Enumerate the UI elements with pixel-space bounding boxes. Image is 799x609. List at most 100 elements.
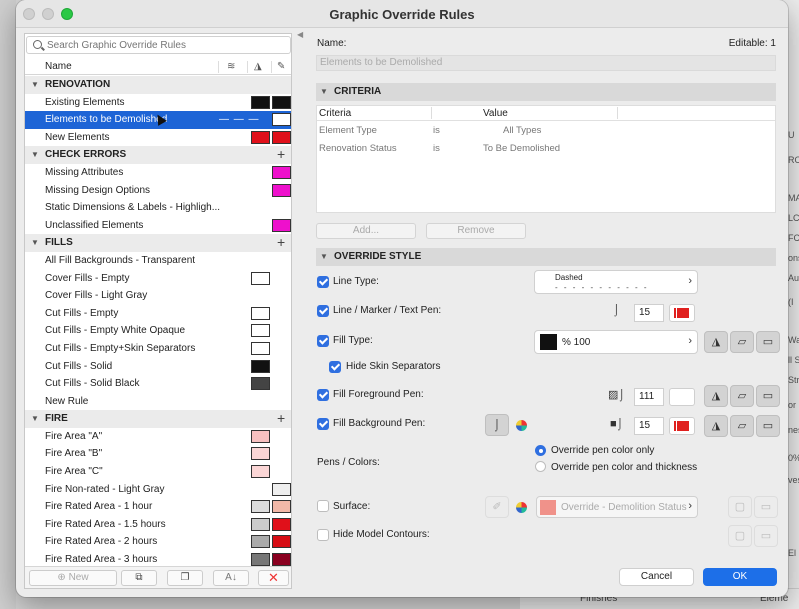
- contour-option-icon[interactable]: ▢: [728, 525, 752, 547]
- line-pen-color[interactable]: [669, 304, 695, 322]
- fill-column-icon[interactable]: ◮: [254, 61, 262, 72]
- add-rule-icon[interactable]: +: [277, 146, 285, 164]
- name-column-header[interactable]: Name: [45, 61, 72, 72]
- chevron-down-icon[interactable]: ▼: [31, 234, 39, 252]
- fill-swatch: [251, 465, 270, 479]
- line-type-checkbox[interactable]: [317, 276, 329, 288]
- list-item[interactable]: Fire Rated Area - 1 hour: [25, 498, 291, 516]
- list-item[interactable]: Cut Fills - Empty+Skin Separators: [25, 340, 291, 358]
- list-item[interactable]: Missing Design Options: [25, 182, 291, 200]
- criteria-section-header[interactable]: ▼ CRITERIA: [316, 83, 776, 101]
- fill-background-checkbox[interactable]: [317, 418, 329, 430]
- pen-picker-icon[interactable]: ⌡: [485, 414, 509, 436]
- cut-fill-icon[interactable]: ◮: [704, 385, 728, 407]
- search-input[interactable]: [47, 38, 287, 52]
- collapse-panel-icon[interactable]: ◀: [297, 30, 303, 39]
- list-item[interactable]: Missing Attributes: [25, 164, 291, 182]
- remove-criterion-button[interactable]: Remove: [426, 223, 526, 239]
- delete-rule-icon[interactable]: ✕: [258, 570, 289, 586]
- fill-foreground-color[interactable]: [669, 388, 695, 406]
- drafting-fill-icon[interactable]: ▭: [756, 415, 780, 437]
- list-item[interactable]: Cover Fills - Light Gray: [25, 287, 291, 305]
- surface-brush-icon[interactable]: ✐: [485, 496, 509, 518]
- new-rule-button[interactable]: ⊕ New: [29, 570, 117, 586]
- override-style-section-header[interactable]: ▼ OVERRIDE STYLE: [316, 248, 776, 266]
- list-item[interactable]: Fire Rated Area - 2 hours: [25, 533, 291, 551]
- list-item[interactable]: New Elements: [25, 129, 291, 147]
- group-header-renovation[interactable]: ▼ RENOVATION: [25, 76, 291, 94]
- list-item[interactable]: Existing Elements: [25, 94, 291, 112]
- fill-type-checkbox[interactable]: [317, 335, 329, 347]
- cover-fill-icon[interactable]: ▱: [730, 331, 754, 353]
- override-color-thickness-radio[interactable]: [535, 461, 546, 472]
- line-pen-checkbox[interactable]: [317, 305, 329, 317]
- pen-swatch: [272, 482, 291, 496]
- fill-foreground-label: Fill Foreground Pen:: [333, 389, 424, 400]
- list-item[interactable]: Fire Area "A": [25, 428, 291, 446]
- group-header-fills[interactable]: ▼ FILLS +: [25, 234, 291, 252]
- list-item[interactable]: Fire Non-rated - Light Gray: [25, 481, 291, 499]
- pen-swatch: [272, 517, 291, 531]
- chevron-down-icon: ▼: [320, 87, 328, 96]
- group-header-check-errors[interactable]: ▼ CHECK ERRORS +: [25, 146, 291, 164]
- list-item[interactable]: Cover Fills - Empty: [25, 270, 291, 288]
- list-item[interactable]: Fire Area "B": [25, 445, 291, 463]
- list-item[interactable]: New Rule: [25, 393, 291, 411]
- hide-model-contours-checkbox[interactable]: [317, 529, 329, 541]
- add-criterion-button[interactable]: Add...: [316, 223, 416, 239]
- fill-type-popup[interactable]: % 100 ›: [534, 330, 698, 354]
- list-item[interactable]: Cut Fills - Empty: [25, 305, 291, 323]
- add-rule-icon[interactable]: +: [277, 234, 285, 252]
- pen-column-icon[interactable]: ✎: [277, 61, 285, 72]
- drafting-fill-icon[interactable]: ▭: [756, 385, 780, 407]
- list-item[interactable]: Fire Area "C": [25, 463, 291, 481]
- import-rule-icon[interactable]: ⧉: [121, 570, 157, 586]
- duplicate-rule-icon[interactable]: ❐: [167, 570, 203, 586]
- color-wheel-icon[interactable]: [516, 420, 527, 431]
- rule-name-field[interactable]: Elements to be Demolished: [316, 55, 776, 71]
- cut-fill-icon[interactable]: ◮: [704, 331, 728, 353]
- list-item[interactable]: Unclassified Elements: [25, 217, 291, 235]
- fill-background-pen-number[interactable]: 15: [634, 417, 664, 435]
- fill-foreground-checkbox[interactable]: [317, 389, 329, 401]
- add-rule-icon[interactable]: +: [277, 410, 285, 428]
- rule-label: Fire Rated Area - 1 hour: [45, 501, 153, 513]
- contour-option-icon[interactable]: ▭: [754, 525, 778, 547]
- background-text-fragment: (I: [788, 297, 794, 307]
- surface-checkbox[interactable]: [317, 500, 329, 512]
- drafting-fill-icon[interactable]: ▭: [756, 331, 780, 353]
- sort-rules-icon[interactable]: A↓: [213, 570, 249, 586]
- group-header-fire[interactable]: ▼ FIRE +: [25, 410, 291, 428]
- list-item[interactable]: Cut Fills - Empty White Opaque: [25, 322, 291, 340]
- surface-option-icon[interactable]: ▢: [728, 496, 752, 518]
- override-color-only-radio[interactable]: [535, 445, 546, 456]
- line-type-popup[interactable]: Dashed - - - - - - - - - - - ›: [534, 270, 698, 294]
- chevron-down-icon[interactable]: ▼: [31, 410, 39, 428]
- fill-foreground-pen-number[interactable]: 111: [634, 388, 664, 406]
- hide-skin-separators-checkbox[interactable]: [329, 361, 341, 373]
- color-wheel-icon[interactable]: [516, 502, 527, 513]
- cancel-button[interactable]: Cancel: [619, 568, 694, 586]
- cover-fill-icon[interactable]: ▱: [730, 415, 754, 437]
- fill-swatch: [251, 130, 270, 144]
- surface-column-icon[interactable]: ≋: [227, 61, 235, 72]
- rule-label: Fire Area "B": [45, 448, 103, 460]
- list-item[interactable]: Elements to be Demolished — — —: [25, 111, 291, 129]
- search-box[interactable]: [26, 36, 291, 54]
- list-item[interactable]: All Fill Backgrounds - Transparent: [25, 252, 291, 270]
- list-item[interactable]: Static Dimensions & Labels - Highligh...: [25, 199, 291, 217]
- cover-fill-icon[interactable]: ▱: [730, 385, 754, 407]
- line-pen-number[interactable]: 15: [634, 304, 664, 322]
- chevron-down-icon[interactable]: ▼: [31, 146, 39, 164]
- list-item[interactable]: Cut Fills - Solid: [25, 358, 291, 376]
- list-item[interactable]: Fire Rated Area - 1.5 hours: [25, 516, 291, 534]
- surface-popup[interactable]: Override - Demolition Status ›: [536, 496, 698, 518]
- fill-background-color[interactable]: [669, 417, 695, 435]
- pen-swatch: [272, 165, 291, 179]
- cut-fill-icon[interactable]: ◮: [704, 415, 728, 437]
- chevron-down-icon[interactable]: ▼: [31, 76, 39, 94]
- ok-button[interactable]: OK: [703, 568, 777, 586]
- surface-option-icon[interactable]: ▭: [754, 496, 778, 518]
- list-item[interactable]: Cut Fills - Solid Black: [25, 375, 291, 393]
- value-cell: To Be Demolished: [483, 143, 561, 154]
